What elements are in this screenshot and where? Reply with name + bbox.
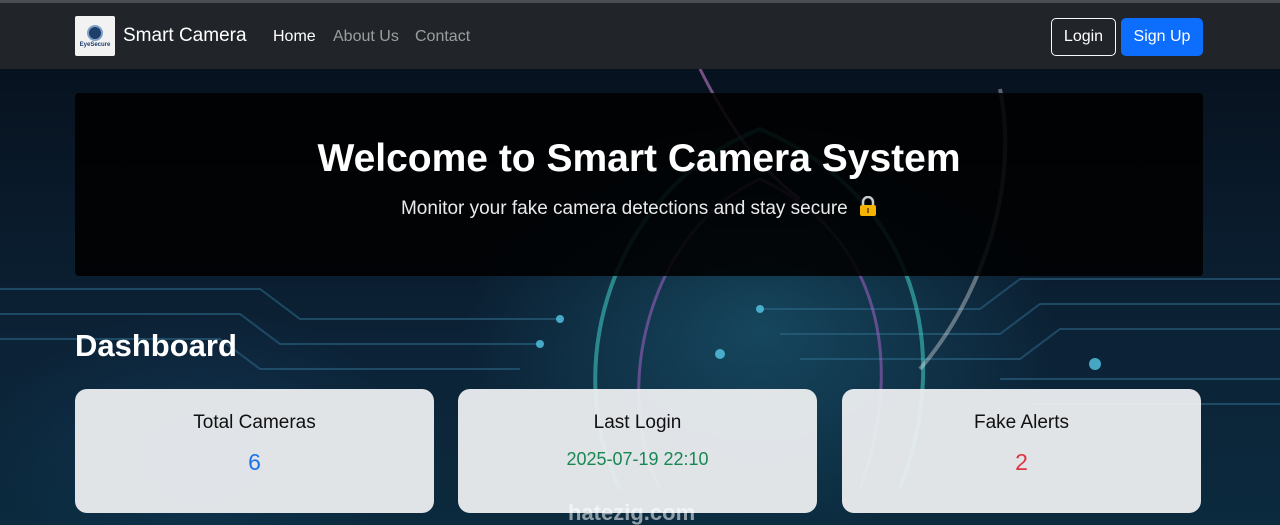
nav-link-home[interactable]: Home — [273, 28, 316, 46]
brand-logo[interactable]: EyeSecure — [75, 16, 115, 56]
nav-link-contact[interactable]: Contact — [415, 28, 470, 46]
card-title: Total Cameras — [193, 412, 316, 433]
card-value: 6 — [248, 449, 261, 475]
card-value: 2 — [1015, 449, 1028, 475]
hero-title: Welcome to Smart Camera System — [317, 137, 961, 180]
card-last-login: Last Login 2025-07-19 22:10 — [458, 389, 817, 513]
eye-icon — [87, 24, 103, 41]
card-title: Fake Alerts — [973, 412, 1070, 433]
lock-icon — [859, 195, 877, 222]
card-fake-alerts: Fake Alerts 2 — [842, 389, 1201, 513]
login-button[interactable]: Login — [1051, 18, 1116, 56]
hero-banner: Welcome to Smart Camera System Monitor y… — [75, 93, 1203, 276]
hero-subtitle: Monitor your fake camera detections and … — [75, 195, 1203, 222]
card-total-cameras: Total Cameras 6 — [75, 389, 434, 513]
card-value: 2025-07-19 22:10 — [566, 449, 709, 469]
hero-subtitle-text: Monitor your fake camera detections and … — [400, 198, 848, 219]
card-title: Last Login — [593, 412, 682, 433]
navbar: EyeSecure Smart Camera Home About Us Con… — [0, 0, 1280, 69]
dashboard-title: Dashboard — [75, 328, 237, 363]
watermark: hatezig.com — [568, 500, 696, 525]
brand-name[interactable]: Smart Camera — [123, 25, 247, 47]
nav-link-about[interactable]: About Us — [333, 28, 399, 46]
signup-button[interactable]: Sign Up — [1121, 18, 1203, 56]
logo-text: EyeSecure — [79, 41, 111, 48]
